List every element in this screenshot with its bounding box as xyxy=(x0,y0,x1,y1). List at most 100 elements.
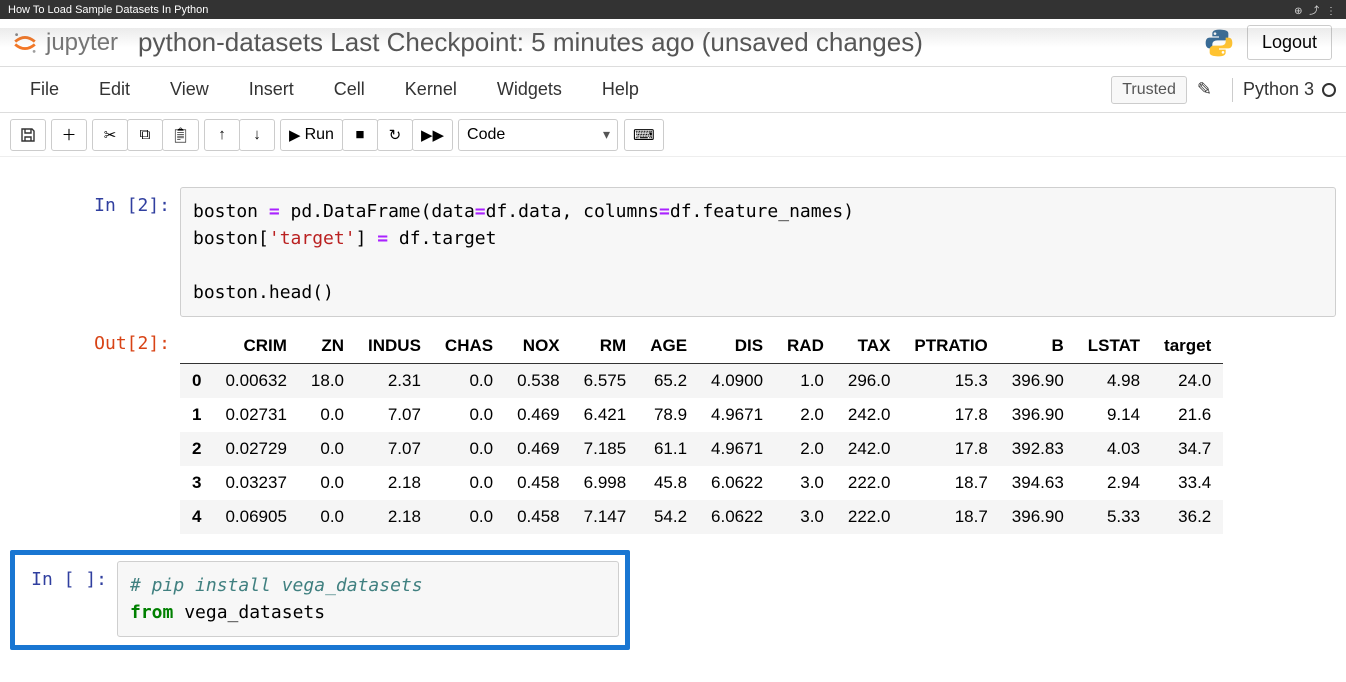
table-header: CRIM xyxy=(213,329,298,364)
table-cell: 0.458 xyxy=(505,500,572,534)
copy-button[interactable]: ⧉ xyxy=(127,119,163,151)
browser-tab: How To Load Sample Datasets In Python ⊕ … xyxy=(0,0,1346,19)
table-cell: 6.0622 xyxy=(699,500,775,534)
table-header: CHAS xyxy=(433,329,505,364)
table-cell: 6.998 xyxy=(572,466,639,500)
table-header: TAX xyxy=(836,329,903,364)
table-header: RM xyxy=(572,329,639,364)
interrupt-button[interactable]: ■ xyxy=(342,119,378,151)
row-index: 1 xyxy=(180,398,213,432)
table-cell: 18.0 xyxy=(299,364,356,399)
table-cell: 0.0 xyxy=(433,364,505,399)
move-up-button[interactable]: ↑ xyxy=(204,119,240,151)
code-editor[interactable]: boston = pd.DataFrame(data=df.data, colu… xyxy=(180,187,1336,317)
menu-edit[interactable]: Edit xyxy=(79,71,150,108)
notebook-title[interactable]: python-datasets Last Checkpoint: 5 minut… xyxy=(138,27,1203,58)
table-header: RAD xyxy=(775,329,836,364)
trusted-badge[interactable]: Trusted xyxy=(1111,76,1187,104)
table-cell: 4.9671 xyxy=(699,398,775,432)
table-cell: 4.0900 xyxy=(699,364,775,399)
table-header: PTRATIO xyxy=(902,329,999,364)
table-cell: 222.0 xyxy=(836,500,903,534)
code-editor-active[interactable]: # pip install vega_datasets from vega_da… xyxy=(117,561,619,637)
table-row: 30.032370.02.180.00.4586.99845.86.06223.… xyxy=(180,466,1223,500)
table-cell: 6.575 xyxy=(572,364,639,399)
paste-button[interactable]: 📋︎ xyxy=(162,119,199,151)
menu-widgets[interactable]: Widgets xyxy=(477,71,582,108)
toolbar: ＋ ✂ ⧉ 📋︎ ↑ ↓ ▶Run ■ ↻ ▶▶ Code ⌨ xyxy=(0,113,1346,157)
table-row: 10.027310.07.070.00.4696.42178.94.96712.… xyxy=(180,398,1223,432)
cell-type-select[interactable]: Code xyxy=(458,119,618,151)
table-cell: 0.02731 xyxy=(213,398,298,432)
kernel-indicator[interactable]: Python 3 xyxy=(1243,79,1336,100)
table-cell: 394.63 xyxy=(1000,466,1076,500)
command-palette-button[interactable]: ⌨ xyxy=(624,119,664,151)
table-header: NOX xyxy=(505,329,572,364)
run-button[interactable]: ▶Run xyxy=(280,119,343,151)
python-logo-icon xyxy=(1203,27,1235,59)
dataframe-table: CRIMZNINDUSCHASNOXRMAGEDISRADTAXPTRATIOB… xyxy=(180,329,1223,534)
menu-cell[interactable]: Cell xyxy=(314,71,385,108)
browser-chrome-icons: ⊕ ⤴ ⋮ xyxy=(1294,2,1338,17)
table-cell: 0.458 xyxy=(505,466,572,500)
plus-icon: ＋ xyxy=(61,124,76,145)
fast-forward-icon: ▶▶ xyxy=(421,126,444,144)
edit-icon[interactable]: ✎ xyxy=(1197,79,1212,100)
table-cell: 0.469 xyxy=(505,398,572,432)
kernel-name: Python 3 xyxy=(1243,79,1314,100)
checkpoint-status: Last Checkpoint: 5 minutes ago (unsaved … xyxy=(323,27,923,57)
table-cell: 0.02729 xyxy=(213,432,298,466)
restart-run-all-button[interactable]: ▶▶ xyxy=(412,119,453,151)
table-cell: 0.469 xyxy=(505,432,572,466)
table-cell: 0.0 xyxy=(299,500,356,534)
table-cell: 0.0 xyxy=(433,466,505,500)
table-cell: 0.0 xyxy=(299,466,356,500)
table-cell: 61.1 xyxy=(638,432,699,466)
table-cell: 0.06905 xyxy=(213,500,298,534)
kernel-status-icon xyxy=(1322,83,1336,97)
add-cell-button[interactable]: ＋ xyxy=(51,119,87,151)
menu-view[interactable]: View xyxy=(150,71,229,108)
table-cell: 4.03 xyxy=(1076,432,1152,466)
notebook-area: In [2]: boston = pd.DataFrame(data=df.da… xyxy=(0,157,1346,662)
table-cell: 5.33 xyxy=(1076,500,1152,534)
table-cell: 6.0622 xyxy=(699,466,775,500)
code-cell[interactable]: In [2]: boston = pd.DataFrame(data=df.da… xyxy=(10,187,1336,317)
table-cell: 45.8 xyxy=(638,466,699,500)
move-down-button[interactable]: ↓ xyxy=(239,119,275,151)
logout-button[interactable]: Logout xyxy=(1247,25,1332,60)
jupyter-logo[interactable]: jupyter xyxy=(10,28,118,58)
menu-file[interactable]: File xyxy=(10,71,79,108)
cut-button[interactable]: ✂ xyxy=(92,119,128,151)
table-cell: 21.6 xyxy=(1152,398,1223,432)
table-cell: 6.421 xyxy=(572,398,639,432)
table-cell: 17.8 xyxy=(902,432,999,466)
arrow-up-icon: ↑ xyxy=(218,126,226,143)
save-button[interactable] xyxy=(10,119,46,151)
paste-icon: 📋︎ xyxy=(171,126,190,144)
table-cell: 3.0 xyxy=(775,500,836,534)
output-cell: Out[2]: CRIMZNINDUSCHASNOXRMAGEDISRADTAX… xyxy=(10,325,1336,534)
table-cell: 78.9 xyxy=(638,398,699,432)
table-header: LSTAT xyxy=(1076,329,1152,364)
table-cell: 0.0 xyxy=(299,398,356,432)
table-header: target xyxy=(1152,329,1223,364)
menu-insert[interactable]: Insert xyxy=(229,71,314,108)
table-cell: 3.0 xyxy=(775,466,836,500)
table-header: INDUS xyxy=(356,329,433,364)
selected-code-cell[interactable]: In [ ]: # pip install vega_datasets from… xyxy=(10,550,630,650)
table-header: B xyxy=(1000,329,1076,364)
table-cell: 396.90 xyxy=(1000,500,1076,534)
menu-help[interactable]: Help xyxy=(582,71,659,108)
restart-button[interactable]: ↻ xyxy=(377,119,413,151)
table-cell: 0.0 xyxy=(433,398,505,432)
table-cell: 24.0 xyxy=(1152,364,1223,399)
table-cell: 2.18 xyxy=(356,466,433,500)
menu-kernel[interactable]: Kernel xyxy=(385,71,477,108)
table-row: 00.0063218.02.310.00.5386.57565.24.09001… xyxy=(180,364,1223,399)
table-cell: 4.98 xyxy=(1076,364,1152,399)
input-prompt: In [2]: xyxy=(10,187,180,317)
notebook-name: python-datasets xyxy=(138,27,323,57)
scissors-icon: ✂ xyxy=(104,126,117,144)
menubar: File Edit View Insert Cell Kernel Widget… xyxy=(0,67,1346,113)
